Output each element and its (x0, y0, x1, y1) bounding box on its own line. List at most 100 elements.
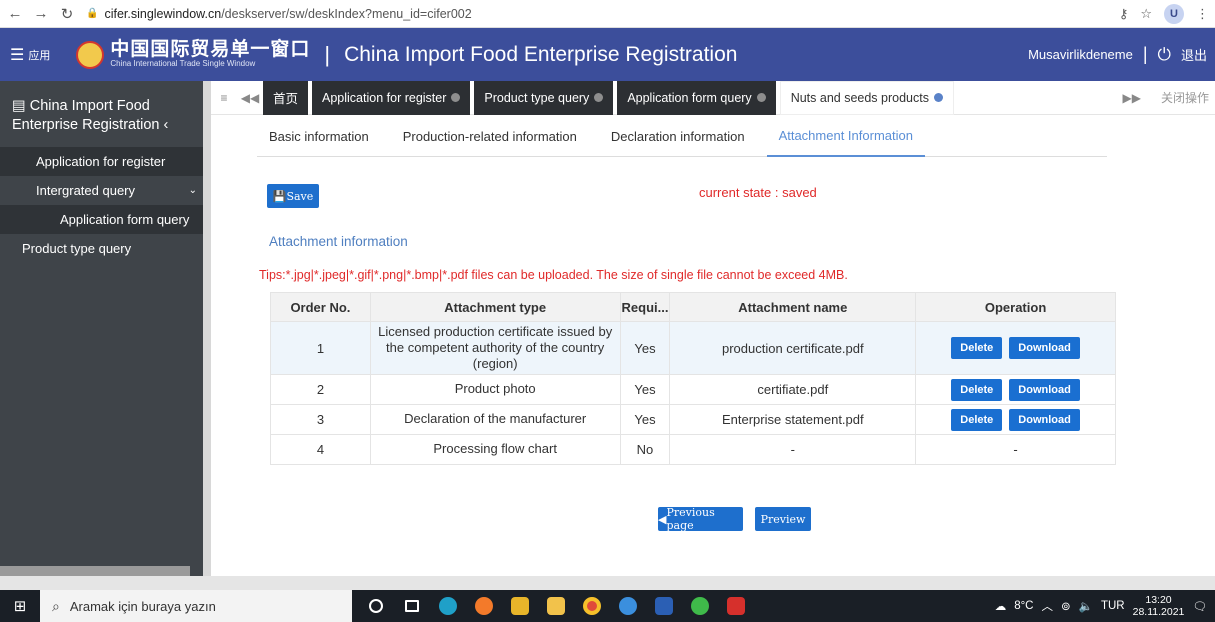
save-button[interactable]: 💾 Save (267, 184, 319, 208)
tab-application-for-register[interactable]: Application for register (312, 80, 471, 115)
address-bar[interactable]: 🔒 cifer.singlewindow.cn /deskserver/sw/d… (86, 7, 472, 21)
app-menu-toggle[interactable]: ☰ 应用 (10, 45, 50, 65)
close-icon[interactable] (756, 93, 766, 102)
power-icon[interactable]: ⏻ (1158, 45, 1171, 65)
firefox-icon[interactable] (466, 590, 502, 622)
sidebar-item-application-for-register[interactable]: Application for register (0, 147, 203, 176)
scroll-right-icon[interactable]: ▶▶ (1123, 91, 1141, 105)
cell-type: Processing flow chart (369, 434, 621, 465)
reload-icon[interactable]: ↻ (56, 5, 78, 23)
network-icon[interactable]: ⊚ (1061, 599, 1071, 613)
table-row[interactable]: 1 Licensed production certificate issued… (270, 321, 1116, 375)
close-icon[interactable] (451, 93, 461, 102)
close-icon[interactable] (594, 93, 604, 102)
delete-button[interactable]: Delete (951, 408, 1003, 431)
notification-icon[interactable]: 🗨 (1192, 599, 1207, 613)
volume-icon[interactable]: 🔈 (1079, 599, 1093, 613)
sidebar-scrollbar[interactable] (0, 566, 190, 576)
username[interactable]: Musavirlikdeneme (1028, 47, 1133, 62)
sidebar-title[interactable]: ▤ China Import Food Enterprise Registrat… (0, 81, 203, 147)
main-content: Basic information Production-related inf… (211, 115, 1215, 576)
attachment-table: Order No. Attachment type Requi... Attac… (270, 292, 1116, 465)
acrobat-icon[interactable] (718, 590, 754, 622)
cell-operation: Delete Download (915, 404, 1116, 435)
col-header-order[interactable]: Order No. (270, 292, 371, 322)
forward-arrow-icon[interactable]: → (30, 5, 52, 22)
upload-tips: Tips:*.jpg|*.jpeg|*.gif|*.png|*.bmp|*.pd… (259, 268, 848, 282)
previous-page-button[interactable]: ◀ Previous page (658, 506, 743, 532)
weather-temp[interactable]: 8°C (1014, 600, 1033, 612)
close-operations-menu[interactable]: 关闭操作 (1161, 89, 1209, 106)
logout-link[interactable]: 退出 (1181, 45, 1207, 64)
table-header-row: Order No. Attachment type Requi... Attac… (270, 292, 1116, 322)
brand-english: China International Trade Single Window (110, 59, 256, 69)
table-row[interactable]: 2 Product photo Yes certifiate.pdf Delet… (270, 374, 1116, 405)
cortana-icon[interactable] (358, 590, 394, 622)
system-tray: ☁ 8°C ︿ ⊚ 🔈 TUR 13:20 28.11.2021 🗨 (995, 590, 1215, 622)
cell-operation: - (915, 434, 1116, 465)
tab-attachment-information[interactable]: Attachment Information (766, 115, 925, 157)
collapse-icon[interactable]: ‹ (164, 117, 169, 133)
cell-required: Yes (619, 374, 671, 405)
table-row[interactable]: 4 Processing flow chart No - - (270, 434, 1116, 465)
current-state: current state : saved (699, 185, 817, 200)
chevron-down-icon: ⌄ (188, 185, 197, 196)
cell-name: Enterprise statement.pdf (669, 404, 917, 435)
word-icon[interactable] (646, 590, 682, 622)
cell-operation: Delete Download (915, 374, 1116, 405)
tab-home[interactable]: 首页 (263, 80, 309, 115)
tab-application-form-query[interactable]: Application form query (617, 80, 776, 115)
star-icon[interactable]: ☆ (1140, 6, 1152, 22)
windows-start-icon[interactable]: ⊞ (0, 597, 40, 615)
col-header-operation[interactable]: Operation (915, 292, 1116, 322)
sidebar-item-intergrated-query[interactable]: Intergrated query ⌄ (0, 176, 203, 205)
table-row[interactable]: 3 Declaration of the manufacturer Yes En… (270, 404, 1116, 435)
profile-avatar[interactable]: U (1164, 4, 1184, 24)
tabbar-menu-icon[interactable]: ≡ (211, 91, 237, 105)
tab-nuts-and-seeds-products[interactable]: Nuts and seeds products (779, 80, 954, 115)
scroll-left-icon[interactable]: ◀◀ (237, 91, 263, 105)
tab-declaration-information[interactable]: Declaration information (599, 115, 757, 157)
more-menu-icon[interactable]: ⋮ (1196, 6, 1209, 22)
delete-button[interactable]: Delete (951, 337, 1003, 359)
lock-icon: 🔒 (86, 8, 99, 19)
arrow-left-icon: ◀ (658, 512, 667, 526)
key-icon[interactable]: ⚷ (1119, 6, 1129, 22)
preview-button[interactable]: Preview (755, 507, 811, 531)
task-view-icon[interactable] (394, 590, 430, 622)
close-icon[interactable] (933, 93, 943, 102)
file-explorer-icon[interactable] (538, 590, 574, 622)
cell-name: certifiate.pdf (669, 374, 917, 405)
download-button[interactable]: Download (1009, 378, 1080, 401)
cell-order: 2 (270, 374, 371, 405)
delete-button[interactable]: Delete (951, 378, 1003, 401)
edge-legacy-icon[interactable] (610, 590, 646, 622)
col-header-name[interactable]: Attachment name (669, 292, 917, 322)
language-indicator[interactable]: TUR (1101, 600, 1125, 612)
chevron-up-icon[interactable]: ︿ (1042, 598, 1054, 614)
tab-basic-information[interactable]: Basic information (257, 115, 381, 157)
back-arrow-icon[interactable]: ← (4, 5, 26, 22)
wechat-icon[interactable] (682, 590, 718, 622)
sidebar-item-application-form-query[interactable]: Application form query (0, 205, 203, 234)
page-bottom-area (0, 576, 1215, 590)
chrome-icon[interactable] (574, 590, 610, 622)
tab-product-type-query[interactable]: Product type query (474, 80, 614, 115)
download-button[interactable]: Download (1009, 408, 1080, 431)
tab-production-related-information[interactable]: Production-related information (391, 115, 589, 157)
edge-icon[interactable] (430, 590, 466, 622)
taskbar-search-input[interactable]: ⌕ Aramak için buraya yazın (40, 590, 352, 622)
col-header-type[interactable]: Attachment type (369, 292, 621, 322)
url-path: /deskserver/sw/deskIndex?menu_id=cifer00… (221, 6, 472, 21)
sidebar-item-product-type-query[interactable]: Product type query (0, 234, 203, 263)
clock[interactable]: 13:20 28.11.2021 (1133, 594, 1185, 618)
section-title: Attachment information (269, 234, 408, 249)
cell-order: 1 (270, 321, 371, 375)
url-host: cifer.singlewindow.cn (104, 6, 222, 21)
store-icon[interactable] (502, 590, 538, 622)
col-header-required[interactable]: Requi... (619, 292, 671, 322)
cell-order: 3 (270, 404, 371, 435)
sidebar-gutter (203, 81, 211, 576)
download-button[interactable]: Download (1009, 337, 1080, 359)
cell-type: Declaration of the manufacturer (369, 404, 621, 435)
